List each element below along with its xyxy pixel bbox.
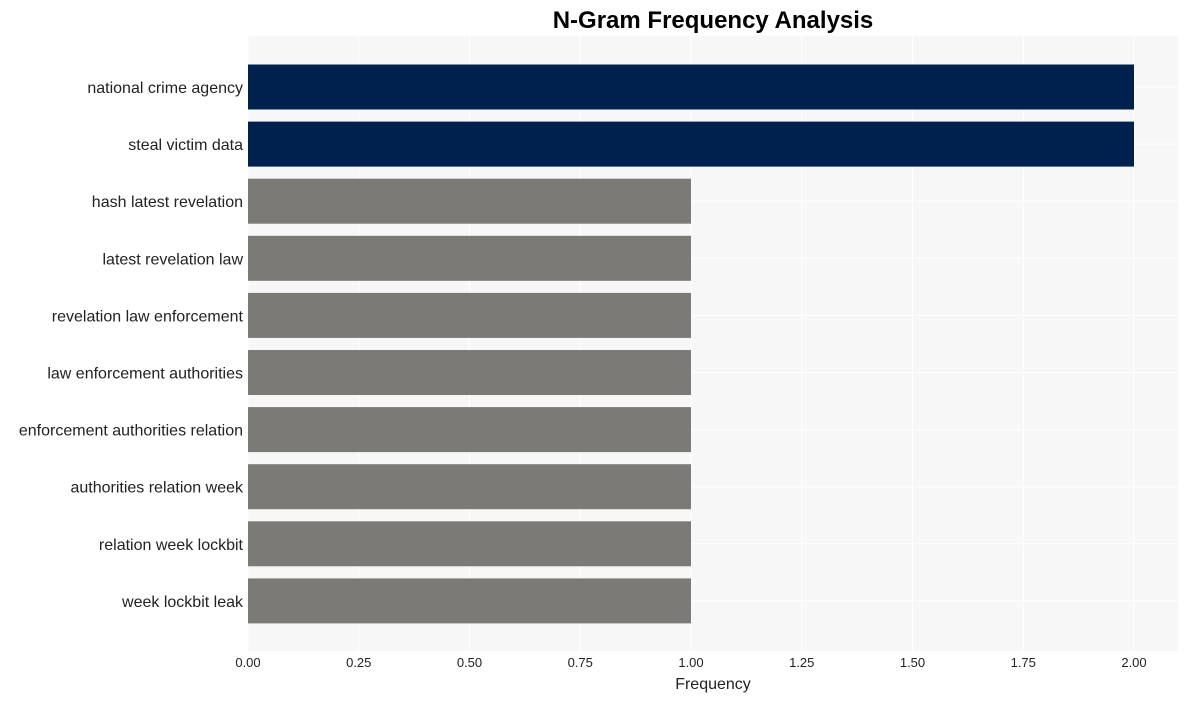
y-tick-label: revelation law enforcement — [52, 308, 244, 325]
bar-national-crime-agency — [248, 64, 1134, 110]
bar-hash-latest-revelation — [248, 178, 691, 224]
y-tick-label: enforcement authorities relation — [19, 423, 243, 440]
bar-enforcement-authorities-relation — [248, 407, 691, 453]
x-tick-label: 1.25 — [789, 655, 814, 670]
y-tick-label: authorities relation week — [70, 480, 244, 497]
y-tick-label: latest revelation law — [102, 251, 243, 268]
bar-week-lockbit-leak — [248, 578, 691, 624]
y-tick-label: national crime agency — [87, 80, 243, 97]
x-tick-label: 1.00 — [678, 655, 703, 670]
bar-law-enforcement-authorities — [248, 350, 691, 395]
y-tick-label: law enforcement authorities — [47, 366, 243, 383]
y-tick-label: steal victim data — [128, 137, 243, 154]
bar-revelation-law-enforcement — [248, 292, 691, 338]
x-axis-ticks: 0.00 0.25 0.50 0.75 1.00 1.25 1.50 1.75 2.00 — [235, 655, 1146, 670]
x-tick-label: 1.50 — [900, 655, 925, 670]
x-tick-label: 1.75 — [1011, 655, 1036, 670]
bar-latest-revelation-law — [248, 235, 691, 281]
y-tick-label: week lockbit leak — [121, 594, 244, 611]
x-tick-label: 0.00 — [235, 655, 260, 670]
bar-relation-week-lockbit — [248, 521, 691, 567]
x-tick-label: 0.25 — [346, 655, 371, 670]
x-tick-label: 0.50 — [457, 655, 482, 670]
x-axis-label: Frequency — [675, 676, 751, 693]
y-tick-label: relation week lockbit — [99, 537, 244, 554]
y-tick-label: hash latest revelation — [92, 194, 243, 211]
x-tick-label: 2.00 — [1121, 655, 1146, 670]
bar-steal-victim-data — [248, 121, 1134, 167]
y-axis-labels: national crime agency steal victim data ha… — [19, 80, 244, 611]
bar-authorities-relation-week — [248, 464, 691, 510]
chart-title: N-Gram Frequency Analysis — [553, 7, 874, 34]
x-tick-label: 0.75 — [568, 655, 593, 670]
ngram-chart: national crime agency steal victim data ha… — [19, 7, 1179, 693]
